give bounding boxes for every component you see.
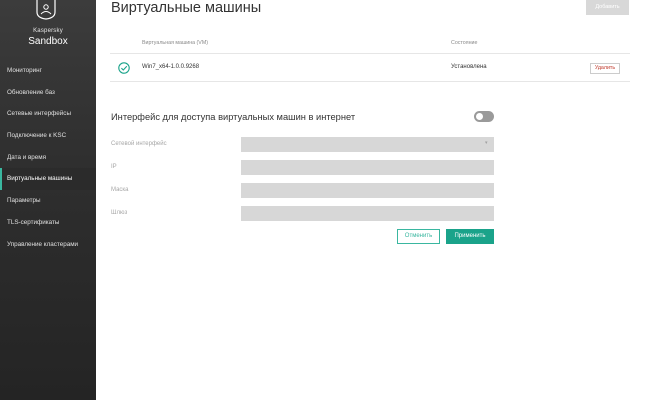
network-interface-label: Сетевой интерфейс bbox=[111, 141, 167, 147]
sandbox-logo-icon bbox=[36, 0, 56, 20]
brand-name: Kaspersky bbox=[33, 28, 63, 34]
gateway-label: Шлюз bbox=[111, 210, 128, 216]
sidebar-nav: Мониторинг Обновление баз Сетевые интерф… bbox=[0, 60, 96, 255]
row-divider bbox=[110, 81, 630, 82]
sidebar: Kaspersky Sandbox Мониторинг Обновление … bbox=[0, 0, 96, 400]
delete-vm-button[interactable]: Удалить bbox=[590, 63, 620, 74]
mask-label: Маска bbox=[111, 187, 129, 193]
vm-name: Win7_x64-1.0.0.9268 bbox=[142, 64, 200, 70]
check-circle-icon bbox=[118, 62, 130, 74]
header-divider bbox=[110, 53, 630, 54]
apply-button[interactable]: Применить bbox=[446, 229, 494, 244]
mask-field[interactable] bbox=[241, 183, 494, 198]
sidebar-item-network-interfaces[interactable]: Сетевые интерфейсы bbox=[0, 103, 96, 125]
internet-section-title: Интерфейс для доступа виртуальных машин … bbox=[111, 112, 356, 122]
chevron-down-icon: ▾ bbox=[485, 140, 488, 146]
sidebar-item-db-update[interactable]: Обновление баз bbox=[0, 82, 96, 104]
sidebar-item-virtual-machines[interactable]: Виртуальные машины bbox=[0, 168, 96, 191]
network-interface-select[interactable] bbox=[241, 137, 494, 152]
main-content: Виртуальные машины Добавить Виртуальная … bbox=[96, 0, 670, 400]
column-header-vm: Виртуальная машина (VM) bbox=[142, 40, 209, 46]
sidebar-item-parameters[interactable]: Параметры bbox=[0, 190, 96, 212]
add-vm-button[interactable]: Добавить bbox=[586, 0, 629, 15]
brand-product: Sandbox bbox=[28, 36, 68, 47]
column-header-status: Состояние bbox=[451, 40, 478, 46]
vm-status: Установлена bbox=[451, 64, 487, 70]
sidebar-item-ksc-connection[interactable]: Подключение к KSC bbox=[0, 125, 96, 147]
sidebar-item-tls-certificates[interactable]: TLS-сертификаты bbox=[0, 212, 96, 234]
ip-field[interactable] bbox=[241, 160, 494, 175]
internet-access-toggle[interactable] bbox=[474, 111, 494, 122]
toggle-knob bbox=[476, 113, 483, 120]
cancel-button[interactable]: Отменить bbox=[397, 229, 440, 244]
sidebar-item-cluster-management[interactable]: Управление кластерами bbox=[0, 234, 96, 256]
gateway-field[interactable] bbox=[241, 206, 494, 221]
ip-label: IP bbox=[111, 164, 117, 170]
sidebar-item-monitoring[interactable]: Мониторинг bbox=[0, 60, 96, 82]
page-title: Виртуальные машины bbox=[111, 0, 262, 16]
sidebar-item-date-time[interactable]: Дата и время bbox=[0, 147, 96, 169]
logo: Kaspersky Sandbox bbox=[0, 0, 96, 55]
